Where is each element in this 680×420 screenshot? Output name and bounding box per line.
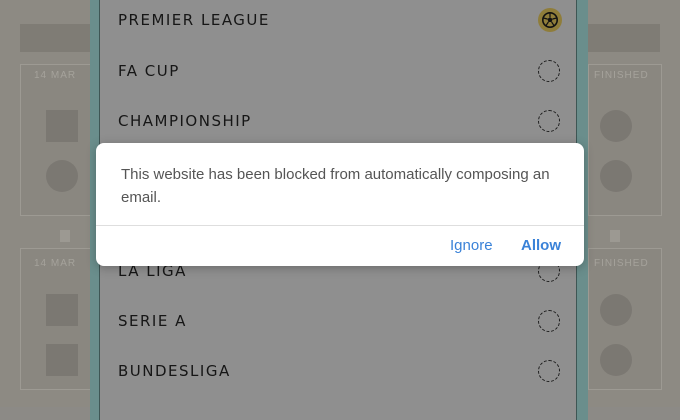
background-team-logo <box>600 294 632 326</box>
dialog-message: This website has been blocked from autom… <box>121 166 550 206</box>
league-item-bundesliga[interactable]: BUNDESLIGA <box>100 346 576 396</box>
background-date-label: 14 MAR <box>34 258 77 269</box>
radio-unselected-icon[interactable] <box>538 360 560 382</box>
league-label: PREMIER LEAGUE <box>118 11 270 29</box>
background-team-logo <box>600 110 632 142</box>
background-status-label: FINISHED <box>594 258 649 269</box>
background-indicator <box>610 230 620 242</box>
background-team-logo <box>46 160 78 192</box>
background-team-logo <box>600 344 632 376</box>
background-team-logo <box>46 110 78 142</box>
allow-button[interactable]: Allow <box>521 237 561 254</box>
league-label: BUNDESLIGA <box>118 362 231 380</box>
radio-unselected-icon[interactable] <box>538 110 560 132</box>
background-date-label: 14 MAR <box>34 70 77 81</box>
dialog-divider <box>96 225 584 226</box>
background-status-label: FINISHED <box>594 70 649 81</box>
background-team-logo <box>46 344 78 376</box>
league-item-fa-cup[interactable]: FA CUP <box>100 46 576 96</box>
league-label: SERIE A <box>118 312 187 330</box>
league-label: FA CUP <box>118 62 180 80</box>
ignore-button[interactable]: Ignore <box>450 237 493 254</box>
league-item-serie-a[interactable]: SERIE A <box>100 296 576 346</box>
background-team-logo <box>600 160 632 192</box>
background-indicator <box>60 230 70 242</box>
background-team-logo <box>46 294 78 326</box>
email-blocked-dialog: This website has been blocked from autom… <box>96 143 584 266</box>
radio-unselected-icon[interactable] <box>538 60 560 82</box>
radio-unselected-icon[interactable] <box>538 310 560 332</box>
league-item-premier-league[interactable]: PREMIER LEAGUE <box>100 0 576 45</box>
soccer-ball-icon[interactable] <box>538 8 562 32</box>
league-item-championship[interactable]: CHAMPIONSHIP <box>100 96 576 146</box>
league-label: CHAMPIONSHIP <box>118 112 252 130</box>
background-match-card <box>588 64 662 216</box>
